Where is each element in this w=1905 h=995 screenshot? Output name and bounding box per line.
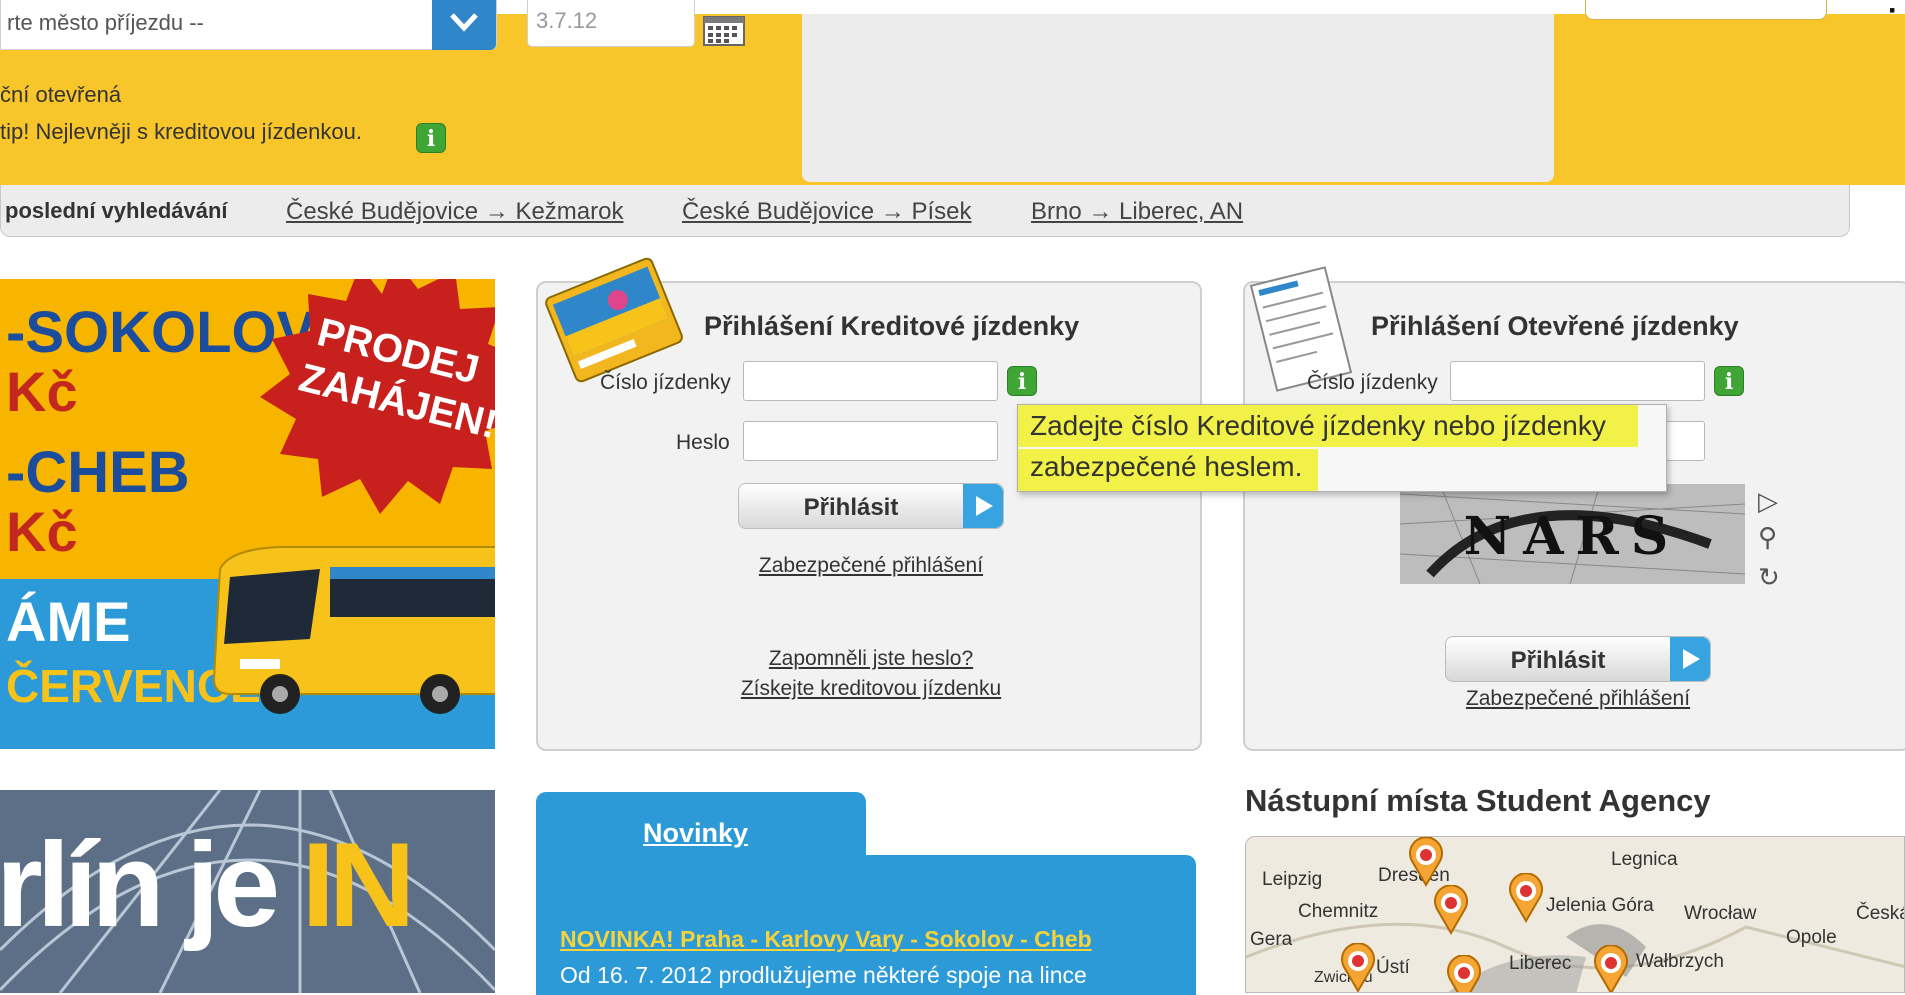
- zoom-icon[interactable]: ⚲: [1758, 522, 1777, 553]
- tooltip-line-1: Zadejte číslo Kreditové jízdenky nebo jí…: [1030, 410, 1606, 441]
- bus-illustration: [212, 546, 495, 714]
- banner-price-2: Kč: [6, 500, 78, 563]
- tagline-credit-tip: tip! Nejlevněji s kreditovou jízdenkou.: [0, 119, 362, 144]
- chevron-down-icon: [450, 13, 478, 32]
- info-icon[interactable]: i: [1714, 366, 1744, 396]
- ticket-number-field[interactable]: [1450, 361, 1705, 401]
- login-button-label: Přihlásit: [803, 494, 899, 521]
- map-city: Wałbrzych: [1636, 951, 1724, 972]
- map-pin-icon[interactable]: [1406, 837, 1446, 887]
- berlin-text-main: rlín je: [0, 818, 302, 952]
- last-search-link[interactable]: České Budějovice → Kežmarok: [286, 198, 623, 226]
- berlin-banner[interactable]: rlín je IN: [0, 790, 495, 993]
- map-city: Liberec: [1509, 953, 1572, 974]
- map-pin-icon[interactable]: [1338, 943, 1378, 993]
- promo-banner[interactable]: -SOKOLOV Kč -CHEB Kč ÁME ČERVENCE PRODEJ…: [0, 279, 495, 749]
- play-icon[interactable]: ▷: [1758, 486, 1778, 517]
- password-field[interactable]: [743, 421, 998, 461]
- credit-ticket-login-panel: Přihlášení Kreditové jízdenky Číslo jízd…: [536, 257, 1202, 751]
- date-value: 3.7.12: [536, 8, 598, 33]
- map-city: Opole: [1786, 927, 1837, 948]
- tab-news-label: Novinky: [643, 818, 749, 848]
- map-city: Wrocław: [1684, 903, 1757, 924]
- last-search-link[interactable]: Brno → Liberec, AN: [1031, 198, 1243, 226]
- refresh-icon[interactable]: ↻: [1758, 562, 1780, 593]
- date-input[interactable]: 3.7.12: [527, 0, 695, 47]
- forgot-password-link[interactable]: Zapomněli jste heslo?: [638, 647, 1104, 671]
- banner-price-1: Kč: [6, 360, 78, 423]
- captcha-text: NARS: [1464, 506, 1681, 567]
- second-field[interactable]: [1665, 421, 1705, 461]
- info-icon[interactable]: i: [1007, 366, 1037, 396]
- map-city: Česká: [1856, 903, 1905, 924]
- credit-card-image: [545, 257, 683, 383]
- captcha-image: NARS: [1400, 484, 1745, 584]
- open-login-title: Přihlášení Otevřené jízdenky: [1371, 311, 1739, 341]
- ticket-number-label: Číslo jízdenky: [600, 371, 731, 394]
- info-tooltip: Zadejte číslo Kreditové jízdenky nebo jí…: [1017, 404, 1667, 492]
- tab-news[interactable]: Novinky: [536, 792, 866, 872]
- play-icon: [963, 484, 1003, 528]
- map-city: Jelenia Góra: [1546, 895, 1654, 916]
- login-button-label: Přihlásit: [1510, 647, 1606, 674]
- map-city: Gera: [1250, 929, 1293, 950]
- map-city: Chemnitz: [1298, 901, 1379, 922]
- map-pin-icon[interactable]: [1591, 945, 1631, 993]
- banner-text-1: ÁME: [6, 590, 131, 653]
- arrival-city-placeholder: rte město příjezdu --: [7, 10, 204, 35]
- map-city: Legnica: [1611, 849, 1678, 870]
- dropdown-button[interactable]: [432, 0, 496, 50]
- arrival-city-select[interactable]: rte město příjezdu --: [0, 0, 497, 50]
- password-label: Heslo: [676, 431, 730, 454]
- login-button[interactable]: Přihlásit: [738, 483, 1004, 529]
- play-icon: [1670, 637, 1710, 681]
- middle-panel: [802, 14, 1554, 182]
- right-panel-button[interactable]: [1585, 0, 1827, 20]
- banner-route-2: -CHEB: [6, 440, 190, 505]
- tagline-open-ticket: ční otevřená: [0, 82, 122, 107]
- calendar-icon[interactable]: [703, 14, 745, 46]
- sale-starburst: PRODEJ ZAHÁJEN!: [260, 279, 495, 514]
- ticket-number-label: Číslo jízdenky: [1307, 371, 1438, 394]
- map-city: Ústí: [1376, 957, 1410, 978]
- corner-mark: ▪: [1889, 0, 1896, 20]
- last-search-link[interactable]: České Budějovice → Písek: [682, 198, 971, 226]
- credit-login-title: Přihlášení Kreditové jízdenky: [704, 311, 1080, 341]
- ticket-number-field[interactable]: [743, 361, 998, 401]
- berlin-text: rlín je IN: [0, 816, 415, 954]
- get-credit-ticket-link[interactable]: Získejte kreditovou jízdenku: [638, 677, 1104, 701]
- info-icon[interactable]: i: [416, 123, 446, 153]
- map-city: Leipzig: [1262, 869, 1323, 890]
- tooltip-line-2: zabezpečené heslem.: [1030, 451, 1303, 482]
- secure-login-link[interactable]: Zabezpečené přihlášení: [1345, 687, 1811, 711]
- last-searches-label: poslední vyhledávání: [5, 198, 228, 223]
- map-pin-icon[interactable]: [1506, 873, 1546, 923]
- map-title: Nástupní místa Student Agency: [1245, 783, 1711, 818]
- news-headline-link[interactable]: NOVINKA! Praha - Karlovy Vary - Sokolov …: [560, 926, 1092, 953]
- map-pin-icon[interactable]: [1431, 885, 1471, 935]
- last-searches-bar: poslední vyhledávání České Budějovice → …: [0, 185, 1850, 237]
- secure-login-link[interactable]: Zabezpečené přihlášení: [638, 554, 1104, 578]
- map-pin-icon[interactable]: [1444, 955, 1484, 993]
- boarding-points-map[interactable]: Leipzig Dresden Legnica Chemnitz Jelenia…: [1245, 836, 1905, 993]
- login-button[interactable]: Přihlásit: [1445, 636, 1711, 682]
- news-text: Od 16. 7. 2012 prodlužujeme některé spoj…: [560, 962, 1087, 988]
- berlin-text-accent: IN: [301, 818, 415, 952]
